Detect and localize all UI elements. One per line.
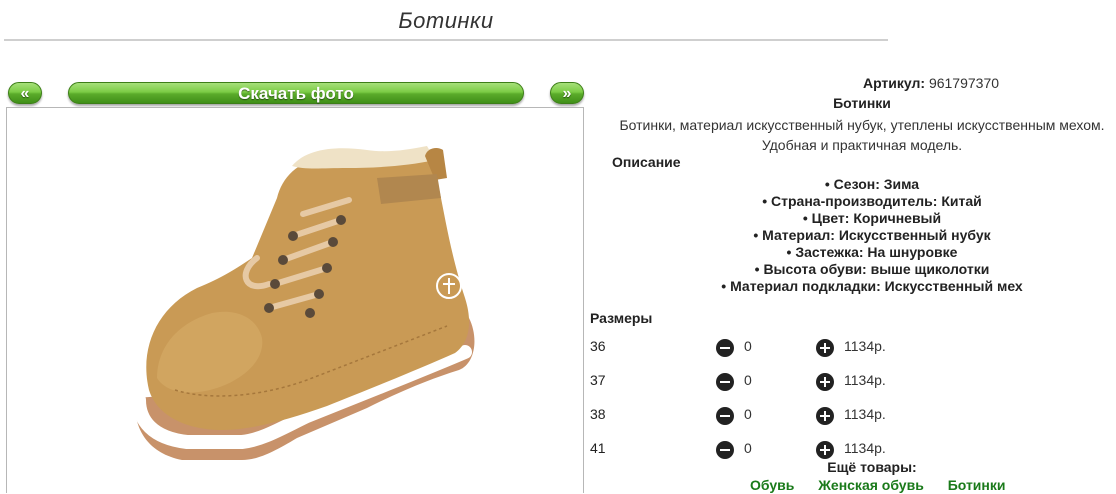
- property-item: • Застежка: На шнуровке: [786, 244, 958, 260]
- sizes-heading: Размеры: [590, 310, 653, 326]
- page-title: Ботинки: [398, 8, 494, 33]
- property-item: • Сезон: Зима: [824, 176, 920, 192]
- minus-icon[interactable]: [716, 407, 734, 425]
- price-value: 1134р.: [844, 406, 886, 422]
- more-products-heading: Ещё товары:: [827, 459, 917, 475]
- minus-icon[interactable]: [716, 441, 734, 459]
- quantity-value: 0: [744, 406, 752, 422]
- property-item: • Материал подкладки: Искусственный мех: [721, 278, 1023, 294]
- property-item: • Страна-производитель: Китай: [762, 193, 982, 209]
- category-link[interactable]: Обувь: [750, 477, 794, 493]
- plus-icon[interactable]: [816, 339, 834, 357]
- minus-icon[interactable]: [716, 373, 734, 391]
- plus-icon[interactable]: [816, 407, 834, 425]
- price-value: 1134р.: [844, 440, 886, 456]
- size-row: 37 0 1134р.: [590, 372, 1110, 392]
- property-item: • Цвет: Коричневый: [802, 210, 942, 226]
- size-row: 36 0 1134р.: [590, 338, 1110, 358]
- size-value: 38: [590, 406, 606, 422]
- quantity-value: 0: [744, 338, 752, 354]
- title-divider: [4, 39, 888, 41]
- product-photo-frame: [6, 107, 584, 493]
- size-row: 38 0 1134р.: [590, 406, 1110, 426]
- property-item: • Высота обуви: выше щиколотки: [754, 261, 990, 277]
- download-photo-button[interactable]: Скачать фото: [68, 82, 524, 104]
- plus-icon[interactable]: [816, 441, 834, 459]
- boot-image: [132, 146, 475, 460]
- description-line: Ботинки, материал искусственный нубук, у…: [619, 117, 1105, 133]
- product-name: Ботинки: [833, 95, 891, 111]
- description-line: Удобная и практичная модель.: [761, 137, 963, 153]
- product-description: Ботинки, материал искусственный нубук, у…: [588, 115, 1116, 155]
- quantity-value: 0: [744, 372, 752, 388]
- article-value: 961797370: [928, 75, 1000, 91]
- size-row: 41 0 1134р.: [590, 440, 1110, 460]
- size-value: 36: [590, 338, 606, 354]
- category-link[interactable]: Женская обувь: [818, 477, 924, 493]
- description-heading: Описание: [612, 154, 681, 170]
- quantity-value: 0: [744, 440, 752, 456]
- more-products-links: Обувь Женская обувь Ботинки: [750, 477, 1026, 493]
- article-label: Артикул:: [862, 75, 926, 91]
- article-line: Артикул: 961797370: [588, 75, 1116, 91]
- next-photo-button[interactable]: »: [550, 82, 584, 104]
- property-list: • Сезон: Зима • Страна-производитель: Ки…: [588, 176, 1116, 295]
- price-value: 1134р.: [844, 338, 886, 354]
- size-value: 41: [590, 440, 606, 456]
- minus-icon[interactable]: [716, 339, 734, 357]
- category-link[interactable]: Ботинки: [948, 477, 1006, 493]
- property-item: • Материал: Искусственный нубук: [753, 227, 991, 243]
- prev-photo-button[interactable]: «: [8, 82, 42, 104]
- plus-icon[interactable]: [816, 373, 834, 391]
- price-value: 1134р.: [844, 372, 886, 388]
- size-value: 37: [590, 372, 606, 388]
